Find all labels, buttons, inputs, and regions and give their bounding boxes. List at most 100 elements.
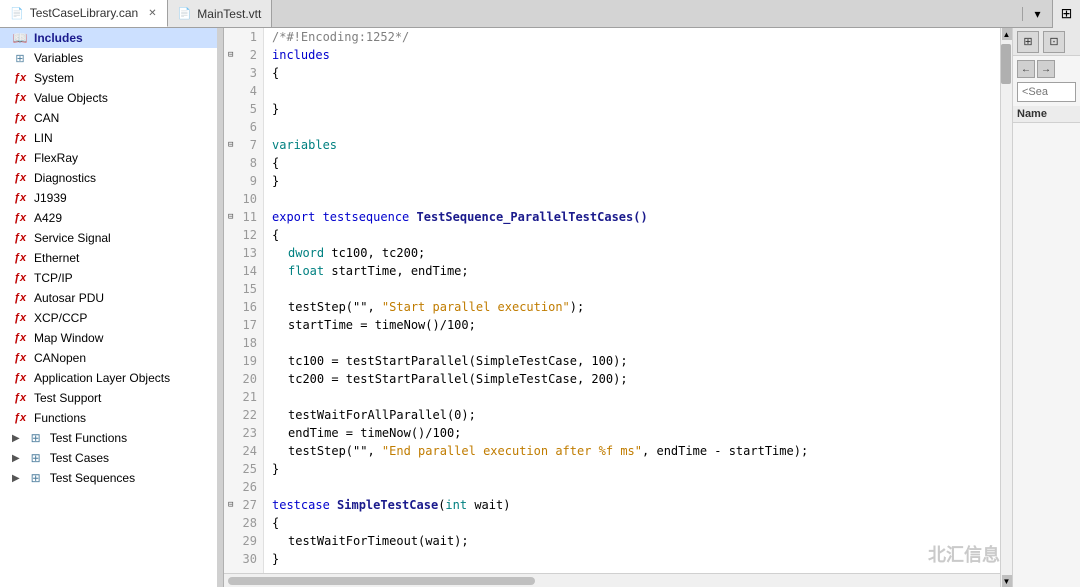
sidebar-item-j1939[interactable]: ƒx J1939 bbox=[0, 188, 217, 208]
sidebar-item-test-functions[interactable]: ▶ ⊞ Test Functions bbox=[0, 428, 217, 448]
sidebar-item-variables[interactable]: ⊞ Variables bbox=[0, 48, 217, 68]
sidebar-item-tcp-ip[interactable]: ƒx TCP/IP bbox=[0, 268, 217, 288]
sidebar-item-canopen[interactable]: ƒx CANopen bbox=[0, 348, 217, 368]
sidebar-item-test-cases[interactable]: ▶ ⊞ Test Cases bbox=[0, 448, 217, 468]
sidebar-item-application-layer[interactable]: ƒx Application Layer Objects bbox=[0, 368, 217, 388]
code-line-26 bbox=[264, 478, 1000, 496]
sidebar-item-system[interactable]: ƒx System bbox=[0, 68, 217, 88]
sidebar-label-j1939: J1939 bbox=[34, 191, 67, 205]
panel-expand-button[interactable]: ⊡ bbox=[1043, 31, 1065, 53]
sidebar-item-value-objects[interactable]: ƒx Value Objects bbox=[0, 88, 217, 108]
kw-export: export bbox=[272, 208, 323, 226]
panel-icon-symbol: ⊞ bbox=[1023, 35, 1032, 48]
code-line-1: /*#!Encoding:1252*/ bbox=[264, 28, 1000, 46]
ln-9: 9 bbox=[224, 172, 263, 190]
sidebar-item-ethernet[interactable]: ƒx Ethernet bbox=[0, 248, 217, 268]
scroll-down-button[interactable]: ▼ bbox=[1002, 575, 1012, 587]
sidebar-label-functions: Functions bbox=[34, 411, 86, 425]
stmt-tc100: tc100 = testStartParallel(SimpleTestCase… bbox=[288, 352, 628, 370]
call-teststep-1: testStep("", bbox=[288, 298, 382, 316]
fx-icon-xcp: ƒx bbox=[12, 310, 28, 326]
fx-icon-functions: ƒx bbox=[12, 410, 28, 426]
fx-icon-flexray: ƒx bbox=[12, 150, 28, 166]
tab-maintest[interactable]: 📄 MainTest.vtt bbox=[168, 0, 273, 27]
fx-icon-ethernet: ƒx bbox=[12, 250, 28, 266]
sidebar-item-lin[interactable]: ƒx LIN bbox=[0, 128, 217, 148]
folder-icon-test-functions: ⊞ bbox=[28, 430, 44, 446]
fold-icon-7[interactable]: ⊟ bbox=[228, 140, 233, 150]
expand-arrow-test-functions[interactable]: ▶ bbox=[12, 433, 20, 444]
fx-icon-autosar: ƒx bbox=[12, 290, 28, 306]
scroll-up-button[interactable]: ▲ bbox=[1002, 28, 1012, 40]
code-line-5: } bbox=[264, 100, 1000, 118]
code-text[interactable]: /*#!Encoding:1252*/ includes { } variabl… bbox=[264, 28, 1000, 573]
folder-icon-test-sequences: ⊞ bbox=[28, 470, 44, 486]
editor-area: 1 ⊟2 3 4 5 6 ⊟7 8 9 10 ⊟11 12 13 14 15 1… bbox=[224, 28, 1000, 587]
fx-icon-tcpip: ƒx bbox=[12, 270, 28, 286]
sidebar-item-map-window[interactable]: ƒx Map Window bbox=[0, 328, 217, 348]
expand-arrow-test-sequences[interactable]: ▶ bbox=[12, 473, 20, 484]
sidebar-item-xcp[interactable]: ƒx XCP/CCP bbox=[0, 308, 217, 328]
stmt-endtime: endTime = timeNow()/100; bbox=[288, 424, 461, 442]
right-panel: ⊞ ⊡ ← → Name bbox=[1012, 28, 1080, 587]
tab-testcase-library[interactable]: 📄 TestCaseLibrary.can ✕ bbox=[0, 0, 168, 27]
fx-icon-can: ƒx bbox=[12, 110, 28, 126]
var-time: startTime, endTime; bbox=[331, 262, 468, 280]
panel-button[interactable]: ⊞ bbox=[1052, 0, 1080, 28]
fx-icon-map: ƒx bbox=[12, 330, 28, 346]
expand-arrow-test-cases[interactable]: ▶ bbox=[12, 453, 20, 464]
brace-close-3: } bbox=[272, 460, 279, 478]
code-line-18 bbox=[264, 334, 1000, 352]
stmt-waitall: testWaitForAllParallel(0); bbox=[288, 406, 476, 424]
panel-icon-button[interactable]: ⊞ bbox=[1017, 31, 1039, 53]
scrollbar-thumb[interactable] bbox=[1001, 44, 1011, 84]
fold-icon-27[interactable]: ⊟ bbox=[228, 500, 233, 510]
sidebar-item-test-support[interactable]: ƒx Test Support bbox=[0, 388, 217, 408]
stmt-tc200: tc200 = testStartParallel(SimpleTestCase… bbox=[288, 370, 628, 388]
tab-label-2: MainTest.vtt bbox=[197, 7, 261, 21]
code-container[interactable]: 1 ⊟2 3 4 5 6 ⊟7 8 9 10 ⊟11 12 13 14 15 1… bbox=[224, 28, 1000, 573]
sidebar-item-can[interactable]: ƒx CAN bbox=[0, 108, 217, 128]
ln-13: 13 bbox=[224, 244, 263, 262]
bottom-scrollbar[interactable] bbox=[224, 573, 1000, 587]
ln-15: 15 bbox=[224, 280, 263, 298]
code-line-14: float startTime, endTime; bbox=[264, 262, 1000, 280]
search-input[interactable] bbox=[1017, 82, 1076, 102]
sidebar-item-includes[interactable]: 📖 Includes bbox=[0, 28, 217, 48]
sidebar-item-a429[interactable]: ƒx A429 bbox=[0, 208, 217, 228]
sidebar-label-test-sequences: Test Sequences bbox=[50, 471, 135, 485]
ln-2: ⊟2 bbox=[224, 46, 263, 64]
vertical-scrollbar[interactable]: ▲ ▼ bbox=[1000, 28, 1012, 587]
arrow-left-button[interactable]: ← bbox=[1017, 60, 1035, 78]
ln-10: 10 bbox=[224, 190, 263, 208]
tab-close-1[interactable]: ✕ bbox=[148, 8, 156, 19]
sidebar-item-diagnostics[interactable]: ƒx Diagnostics bbox=[0, 168, 217, 188]
code-line-8: { bbox=[264, 154, 1000, 172]
arrow-right-button[interactable]: → bbox=[1037, 60, 1055, 78]
type-int: int bbox=[445, 496, 474, 514]
ln-11: ⊟11 bbox=[224, 208, 263, 226]
fold-icon-2[interactable]: ⊟ bbox=[228, 50, 233, 60]
sidebar-item-service-signal[interactable]: ƒx Service Signal bbox=[0, 228, 217, 248]
ln-12: 12 bbox=[224, 226, 263, 244]
code-line-20: tc200 = testStartParallel(SimpleTestCase… bbox=[264, 370, 1000, 388]
var-tc: tc100, tc200; bbox=[331, 244, 425, 262]
fold-icon-11[interactable]: ⊟ bbox=[228, 212, 233, 222]
sidebar-label-testsup: Test Support bbox=[34, 391, 101, 405]
code-line-11: export testsequence TestSequence_Paralle… bbox=[264, 208, 1000, 226]
ln-7: ⊟7 bbox=[224, 136, 263, 154]
sidebar-item-test-sequences[interactable]: ▶ ⊞ Test Sequences bbox=[0, 468, 217, 488]
sidebar-item-autosar[interactable]: ƒx Autosar PDU bbox=[0, 288, 217, 308]
tab-overflow-button[interactable]: ▾ bbox=[1022, 7, 1052, 21]
sidebar-item-flexray[interactable]: ƒx FlexRay bbox=[0, 148, 217, 168]
sidebar-item-functions[interactable]: ƒx Functions bbox=[0, 408, 217, 428]
sidebar: 📖 Includes ⊞ Variables ƒx System ƒx Valu… bbox=[0, 28, 218, 587]
ln-28: 28 bbox=[224, 514, 263, 532]
str-end-parallel: "End parallel execution after %f ms" bbox=[382, 442, 642, 460]
sidebar-label-tcp-ip: TCP/IP bbox=[34, 271, 73, 285]
horizontal-scrollbar-thumb[interactable] bbox=[228, 577, 535, 585]
ln-4: 4 bbox=[224, 82, 263, 100]
brace-open-1: { bbox=[272, 64, 279, 82]
ln-17: 17 bbox=[224, 316, 263, 334]
right-panel-name-header: Name bbox=[1013, 106, 1080, 123]
